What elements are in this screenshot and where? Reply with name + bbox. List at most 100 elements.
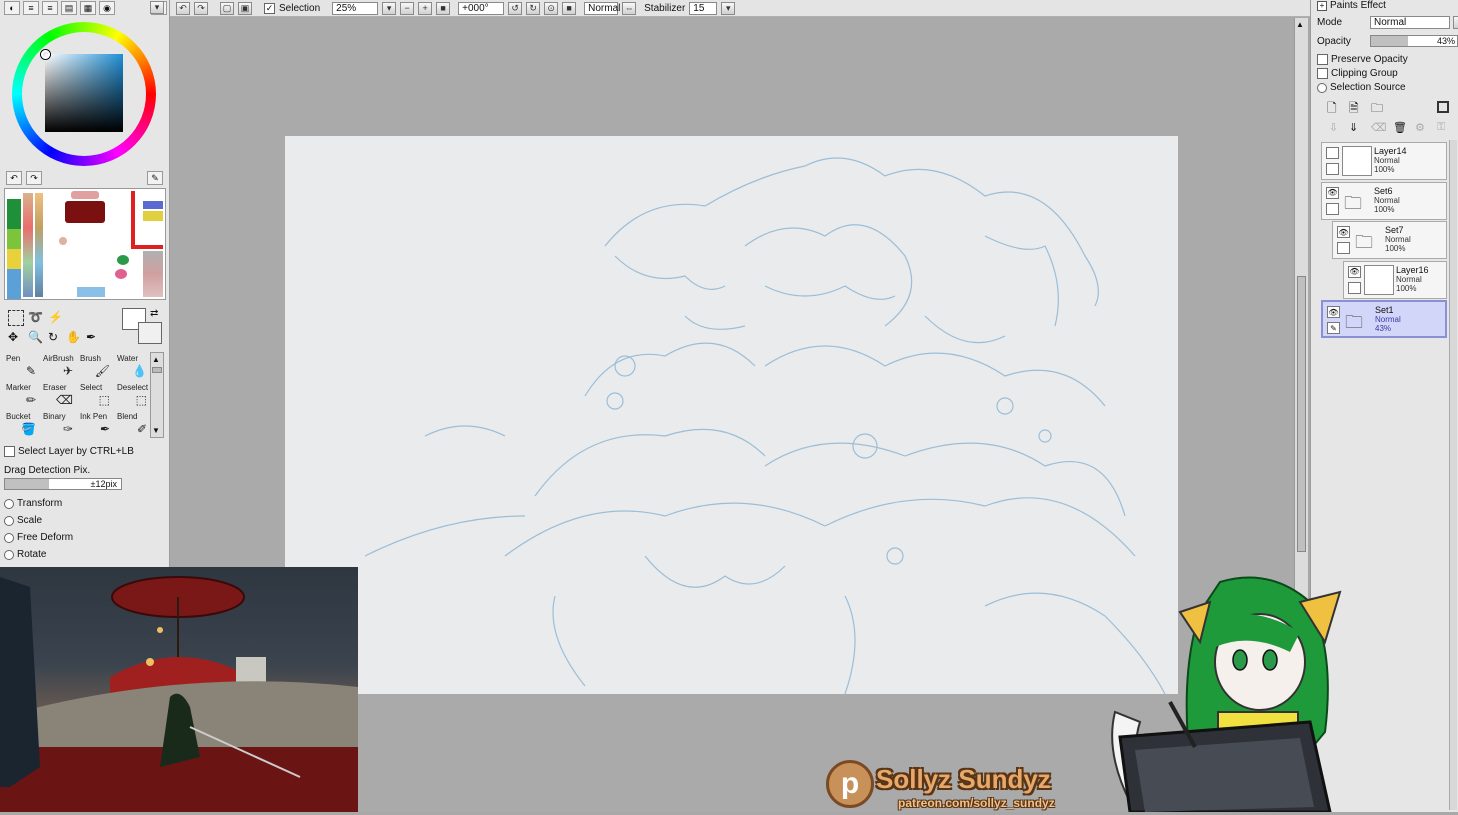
tool-grid-scrollbar[interactable]: ▲ ▼ [150, 352, 164, 438]
hsv-slider-icon[interactable]: ≡ [42, 1, 58, 15]
color-wheel-mode-icon[interactable]: ◐ [4, 1, 20, 15]
radio-button[interactable] [1317, 82, 1327, 93]
tool-select[interactable]: Select ⬚ [78, 381, 114, 409]
layer-list-scrollbar[interactable] [1449, 140, 1457, 810]
move-icon[interactable]: ✥ [8, 330, 18, 344]
scratchpad-icon[interactable]: ▦ [80, 1, 96, 15]
zoom-dropdown-icon[interactable]: ▾ [382, 1, 397, 15]
lasso-icon[interactable]: ➰ [28, 310, 43, 324]
swatch-options-icon[interactable]: ✎ [147, 171, 163, 185]
zoom-in-icon[interactable]: + [418, 1, 433, 15]
layer-item-set1[interactable]: 👁 ✎ 🗀 Set1 Normal 43% [1321, 300, 1447, 338]
option-preserve-opacity[interactable]: Preserve Opacity [1317, 54, 1408, 65]
new-linework-layer-icon[interactable]: 🗎 [1349, 99, 1359, 120]
magic-wand-icon[interactable]: ⚡ [48, 310, 63, 324]
layer-lock-icon[interactable]: ⚿ [1437, 121, 1445, 134]
merge-down-icon[interactable]: ⇓ [1349, 121, 1358, 134]
scroll-up-icon[interactable]: ▲ [1296, 20, 1304, 29]
expand-icon[interactable]: + [1317, 0, 1327, 11]
visibility-eye-icon[interactable]: 👁 [1348, 265, 1361, 278]
tool-pen[interactable]: Pen ✎ [4, 352, 40, 380]
eyedropper-icon[interactable]: ✒ [86, 330, 96, 344]
tool-marker[interactable]: Marker ✏ [4, 381, 40, 409]
rotate-view-icon[interactable]: ↻ [48, 330, 58, 344]
radio-button[interactable] [4, 515, 14, 526]
rotation-field[interactable]: +000° [458, 1, 505, 15]
zoom-icon[interactable]: 🔍 [28, 330, 43, 344]
undo-icon[interactable]: ↶ [176, 1, 190, 15]
lock-icon[interactable] [1337, 242, 1350, 254]
redo-icon[interactable]: ↷ [194, 1, 208, 15]
zoom-out-icon[interactable]: − [400, 1, 415, 15]
tool-eraser[interactable]: Eraser ⌫ [41, 381, 77, 409]
swatch-mode-icon[interactable]: ▤ [61, 1, 77, 15]
toolbar-menu-icon[interactable]: ▾ [150, 1, 164, 14]
tool-water[interactable]: Water 💧 [115, 352, 151, 380]
new-layer-icon[interactable]: 🗋 [1327, 99, 1337, 120]
option-clipping-group[interactable]: Clipping Group [1317, 68, 1398, 79]
blend-mode-field[interactable]: Normal [584, 1, 620, 15]
background-color-swatch[interactable] [138, 322, 162, 344]
visibility-eye-icon[interactable]: 👁 [1337, 226, 1350, 238]
color-picker-cursor[interactable] [41, 50, 50, 59]
drag-detection-slider[interactable]: ±12pix [4, 478, 122, 490]
visibility-eye-icon[interactable] [1326, 147, 1339, 159]
tool-deselect[interactable]: Deselect ⬚ [115, 381, 151, 409]
clear-layer-icon[interactable]: ⌫ [1371, 121, 1387, 134]
swap-colors-icon[interactable]: ⇄ [150, 308, 158, 319]
visibility-eye-icon[interactable]: 👁 [1326, 186, 1339, 199]
tool-blend[interactable]: Blend ✐ [115, 410, 151, 438]
color-scratchpad[interactable] [4, 188, 166, 300]
radio-button[interactable] [4, 532, 14, 543]
zoom-field[interactable]: 25% [332, 1, 379, 15]
delete-layer-icon[interactable]: 🗑 [1393, 121, 1407, 134]
radio-button[interactable] [4, 498, 14, 509]
option-selection-source[interactable]: Selection Source [1317, 82, 1406, 93]
opacity-slider[interactable]: 43% [1370, 35, 1458, 47]
visibility-eye-icon[interactable]: 👁 [1327, 306, 1340, 318]
lock-icon[interactable] [1326, 163, 1339, 175]
zoom-reset-icon[interactable]: ■ [436, 1, 451, 15]
tool-airbrush[interactable]: AirBrush ✈ [41, 352, 77, 380]
tool-bucket[interactable]: Bucket 🪣 [4, 410, 40, 438]
layer-item-set7[interactable]: 👁 🗀 Set7 Normal 100% [1332, 221, 1447, 259]
undo-color-icon[interactable]: ↶ [6, 171, 22, 185]
layer-item-layer14[interactable]: Layer14 Normal 100% [1321, 142, 1447, 180]
transfer-down-icon[interactable]: ⇩ [1329, 121, 1338, 134]
rotate-stop-icon[interactable]: ■ [562, 1, 577, 15]
tool-ink-pen[interactable]: Ink Pen ✒ [78, 410, 114, 438]
select-layer-option[interactable]: Select Layer by CTRL+LB [4, 446, 134, 457]
edit-pen-icon[interactable]: ✎ [1327, 322, 1340, 334]
invert-selection-icon[interactable]: ▣ [238, 1, 252, 15]
stabilizer-field[interactable]: 15 [689, 1, 718, 15]
new-folder-icon[interactable]: 🗀 [1371, 99, 1383, 120]
drawing-canvas[interactable] [285, 136, 1178, 694]
tool-binary[interactable]: Binary ✑ [41, 410, 77, 438]
stabilizer-dropdown-icon[interactable]: ▾ [721, 1, 736, 15]
lock-icon[interactable] [1326, 202, 1339, 215]
hand-icon[interactable]: ✋ [66, 330, 81, 344]
radio-button[interactable] [4, 549, 14, 560]
color-palette-icon[interactable]: ◉ [99, 1, 115, 15]
saturation-value-square[interactable] [45, 54, 123, 132]
layer-mask-icon[interactable] [1437, 101, 1449, 113]
transform-option-rotate[interactable]: Rotate [4, 549, 46, 560]
layer-item-set6[interactable]: 👁 🗀 Set6 Normal 100% [1321, 181, 1447, 220]
transform-option-scale[interactable]: Scale [4, 515, 42, 526]
mode-select[interactable]: Normal [1370, 16, 1450, 29]
transform-option-transform[interactable]: Transform [4, 498, 62, 509]
flip-icon[interactable]: ⇔ [622, 1, 637, 15]
select-layer-checkbox[interactable] [4, 446, 15, 457]
checkbox[interactable] [1317, 68, 1328, 79]
lock-icon[interactable] [1348, 281, 1361, 294]
rect-select-icon[interactable] [8, 310, 24, 326]
layer-properties-icon[interactable]: ⚙ [1415, 121, 1425, 134]
transform-option-free-deform[interactable]: Free Deform [4, 532, 73, 543]
paints-effect-header[interactable]: + Paints Effect [1317, 0, 1386, 11]
layer-item-layer16[interactable]: 👁 Layer16 Normal 100% [1343, 260, 1447, 299]
mode-dropdown-icon[interactable]: ▾ [1453, 16, 1458, 29]
rotate-right-icon[interactable]: ↻ [526, 1, 541, 15]
checkbox[interactable] [1317, 54, 1328, 65]
redo-color-icon[interactable]: ↷ [26, 171, 42, 185]
rotate-reset-icon[interactable]: ⊙ [544, 1, 559, 15]
